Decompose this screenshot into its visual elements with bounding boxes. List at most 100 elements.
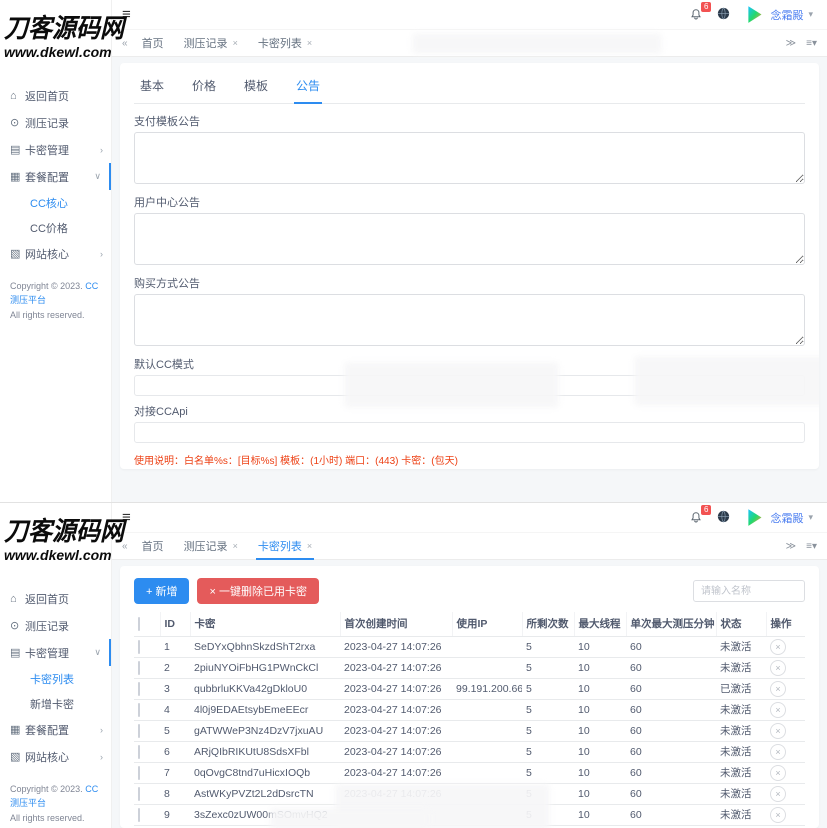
sidebar-item-cc-core[interactable]: CC核心: [0, 190, 111, 215]
table-row: 9 3sZexc0zUW00mSOmvHQ2 5 10 60 未激活 ×: [134, 804, 805, 825]
sidebar-item-card-add[interactable]: 新增卡密: [0, 691, 111, 716]
page-content: + 新增 × 一键删除已用卡密 ID 卡密: [112, 560, 827, 828]
tab-price[interactable]: 价格: [190, 75, 218, 103]
chevron-right-icon: ›: [100, 725, 103, 735]
search-input[interactable]: [693, 580, 805, 602]
close-icon[interactable]: ×: [233, 541, 238, 551]
close-icon[interactable]: ×: [233, 38, 238, 48]
buy-notice-label: 购买方式公告: [134, 275, 805, 291]
close-icon[interactable]: ×: [307, 541, 312, 551]
delete-row-button[interactable]: ×: [770, 744, 786, 760]
tab-records[interactable]: 测压记录 ×: [178, 533, 244, 559]
col-minutes: 单次最大测压分钟: [626, 612, 716, 636]
table-row: 4 4l0j9EDAEtsybEmeEEcr 2023-04-27 14:07:…: [134, 699, 805, 720]
tab-basic[interactable]: 基本: [138, 75, 166, 103]
row-checkbox[interactable]: [138, 682, 140, 696]
table-row: 2 2piuNYOiFbHG1PWnCkCl 2023-04-27 14:07:…: [134, 657, 805, 678]
cc-api-input[interactable]: [134, 422, 805, 443]
delete-row-button[interactable]: ×: [770, 786, 786, 802]
row-checkbox[interactable]: [138, 661, 140, 675]
delete-row-button[interactable]: ×: [770, 660, 786, 676]
sidebar-item-cc-price[interactable]: CC价格: [0, 215, 111, 240]
user-menu[interactable]: 念霜殿 ▾: [744, 4, 813, 25]
select-all-checkbox[interactable]: [138, 617, 140, 631]
globe-icon[interactable]: [716, 509, 731, 527]
delete-row-button[interactable]: ×: [770, 702, 786, 718]
sidebar: 刀客源码网 www.dkewl.com ⌂ 返回首页 ⊙ 测压记录 ▤ 卡密管理…: [0, 503, 112, 828]
card-code: 4l0j9EDAEtsybEmeEEcr: [190, 699, 340, 720]
sidebar-item-records[interactable]: ⊙ 测压记录: [0, 612, 111, 639]
default-cc-mode-label: 默认CC模式: [134, 356, 805, 372]
main-area: ≡ 6 念霜殿 ▾: [112, 503, 827, 828]
notification-badge: 6: [701, 2, 711, 12]
status-badge: 未激活: [716, 783, 766, 804]
user-menu[interactable]: 念霜殿 ▾: [744, 507, 813, 528]
sidebar-item-package-config[interactable]: ▦ 套餐配置 ∨: [0, 163, 111, 190]
site-watermark-logo: 刀客源码网 www.dkewl.com: [0, 503, 145, 563]
delete-row-button[interactable]: ×: [770, 807, 786, 823]
row-checkbox[interactable]: [138, 724, 140, 738]
delete-row-button[interactable]: ×: [770, 723, 786, 739]
sidebar-item-records[interactable]: ⊙ 测压记录: [0, 109, 111, 136]
row-checkbox[interactable]: [138, 766, 140, 780]
sidebar-item-package-config[interactable]: ▦ 套餐配置 ›: [0, 716, 111, 743]
delete-row-button[interactable]: ×: [770, 765, 786, 781]
caret-down-icon: ▾: [808, 512, 813, 523]
delete-row-button[interactable]: ×: [770, 639, 786, 655]
logo-url: www.dkewl.com: [4, 44, 143, 60]
add-card-button[interactable]: + 新增: [134, 578, 189, 604]
tab-template[interactable]: 模板: [242, 75, 270, 103]
tab-menu-icon[interactable]: ≡▾: [806, 38, 817, 49]
panel-announcement-config: 刀客源码网 www.dkewl.com ⌂ 返回首页 ⊙ 测压记录 ▤ 卡密管理…: [0, 0, 827, 503]
tab-card-list[interactable]: 卡密列表 ×: [252, 30, 318, 56]
table-row: 7 0qOvgC8tnd7uHicxIOQb 2023-04-27 14:07:…: [134, 762, 805, 783]
record-icon: ⊙: [10, 116, 25, 129]
card-icon: ▤: [10, 646, 25, 659]
close-icon[interactable]: ×: [307, 38, 312, 48]
topbar: ≡ 6 念霜殿 ▾: [112, 503, 827, 533]
sidebar-item-card-manage[interactable]: ▤ 卡密管理 ›: [0, 136, 111, 163]
col-remaining: 所剩次数: [522, 612, 574, 636]
api-hint-text: 使用说明：白名单%s：[目标%s] 模板：(1小时) 端口：(443) 卡密：(…: [134, 452, 805, 467]
sidebar-item-card-list[interactable]: 卡密列表: [0, 666, 111, 691]
topbar: ≡ 6 念霜殿 ▾: [112, 0, 827, 30]
sidebar-item-card-manage[interactable]: ▤ 卡密管理 ∨: [0, 639, 111, 666]
row-checkbox[interactable]: [138, 745, 140, 759]
col-status: 状态: [716, 612, 766, 636]
globe-icon[interactable]: [716, 6, 731, 24]
pay-notice-textarea[interactable]: [134, 132, 805, 184]
status-badge: 未激活: [716, 699, 766, 720]
sidebar-item-home[interactable]: ⌂ 返回首页: [0, 82, 111, 109]
panel-card-list: 刀客源码网 www.dkewl.com ⌂ 返回首页 ⊙ 测压记录 ▤ 卡密管理…: [0, 503, 827, 828]
user-center-notice-textarea[interactable]: [134, 213, 805, 265]
card-list-card: + 新增 × 一键删除已用卡密 ID 卡密: [120, 566, 819, 828]
delete-row-button[interactable]: ×: [770, 681, 786, 697]
row-checkbox[interactable]: [138, 640, 140, 654]
row-checkbox[interactable]: [138, 787, 140, 801]
delete-used-cards-button[interactable]: × 一键删除已用卡密: [197, 578, 318, 604]
cc-api-label: 对接CCApi: [134, 403, 805, 419]
default-cc-mode-input[interactable]: [134, 375, 805, 396]
site-icon: ▧: [10, 750, 25, 763]
package-icon: ▦: [10, 723, 25, 736]
more-tabs-icon[interactable]: ≫: [786, 541, 796, 552]
sidebar-item-site-core[interactable]: ▧ 网站核心 ›: [0, 743, 111, 770]
tab-menu-icon[interactable]: ≡▾: [806, 541, 817, 552]
card-code: 3sZexc0zUW00mSOmvHQ2: [190, 804, 340, 825]
sidebar-item-home[interactable]: ⌂ 返回首页: [0, 585, 111, 612]
sidebar-item-site-core[interactable]: ▧ 网站核心 ›: [0, 240, 111, 267]
row-checkbox[interactable]: [138, 808, 140, 822]
tab-records[interactable]: 测压记录 ×: [178, 30, 244, 56]
page-content: 基本 价格 模板 公告 支付模板公告 用户中心公告 购买方式公告 默认CC模式 …: [112, 57, 827, 502]
breadcrumb-tab-bar: « 首页 测压记录 × 卡密列表 × ≫ ≡▾: [112, 533, 827, 560]
more-tabs-icon[interactable]: ≫: [786, 38, 796, 49]
tab-card-list[interactable]: 卡密列表 ×: [252, 533, 318, 559]
tab-announcement[interactable]: 公告: [294, 75, 322, 103]
chevron-down-icon: ∨: [94, 171, 101, 182]
row-checkbox[interactable]: [138, 703, 140, 717]
buy-notice-textarea[interactable]: [134, 294, 805, 346]
col-created: 首次创建时间: [340, 612, 452, 636]
bell-icon[interactable]: 6: [689, 8, 703, 22]
bell-icon[interactable]: 6: [689, 511, 703, 525]
status-badge: 未激活: [716, 762, 766, 783]
